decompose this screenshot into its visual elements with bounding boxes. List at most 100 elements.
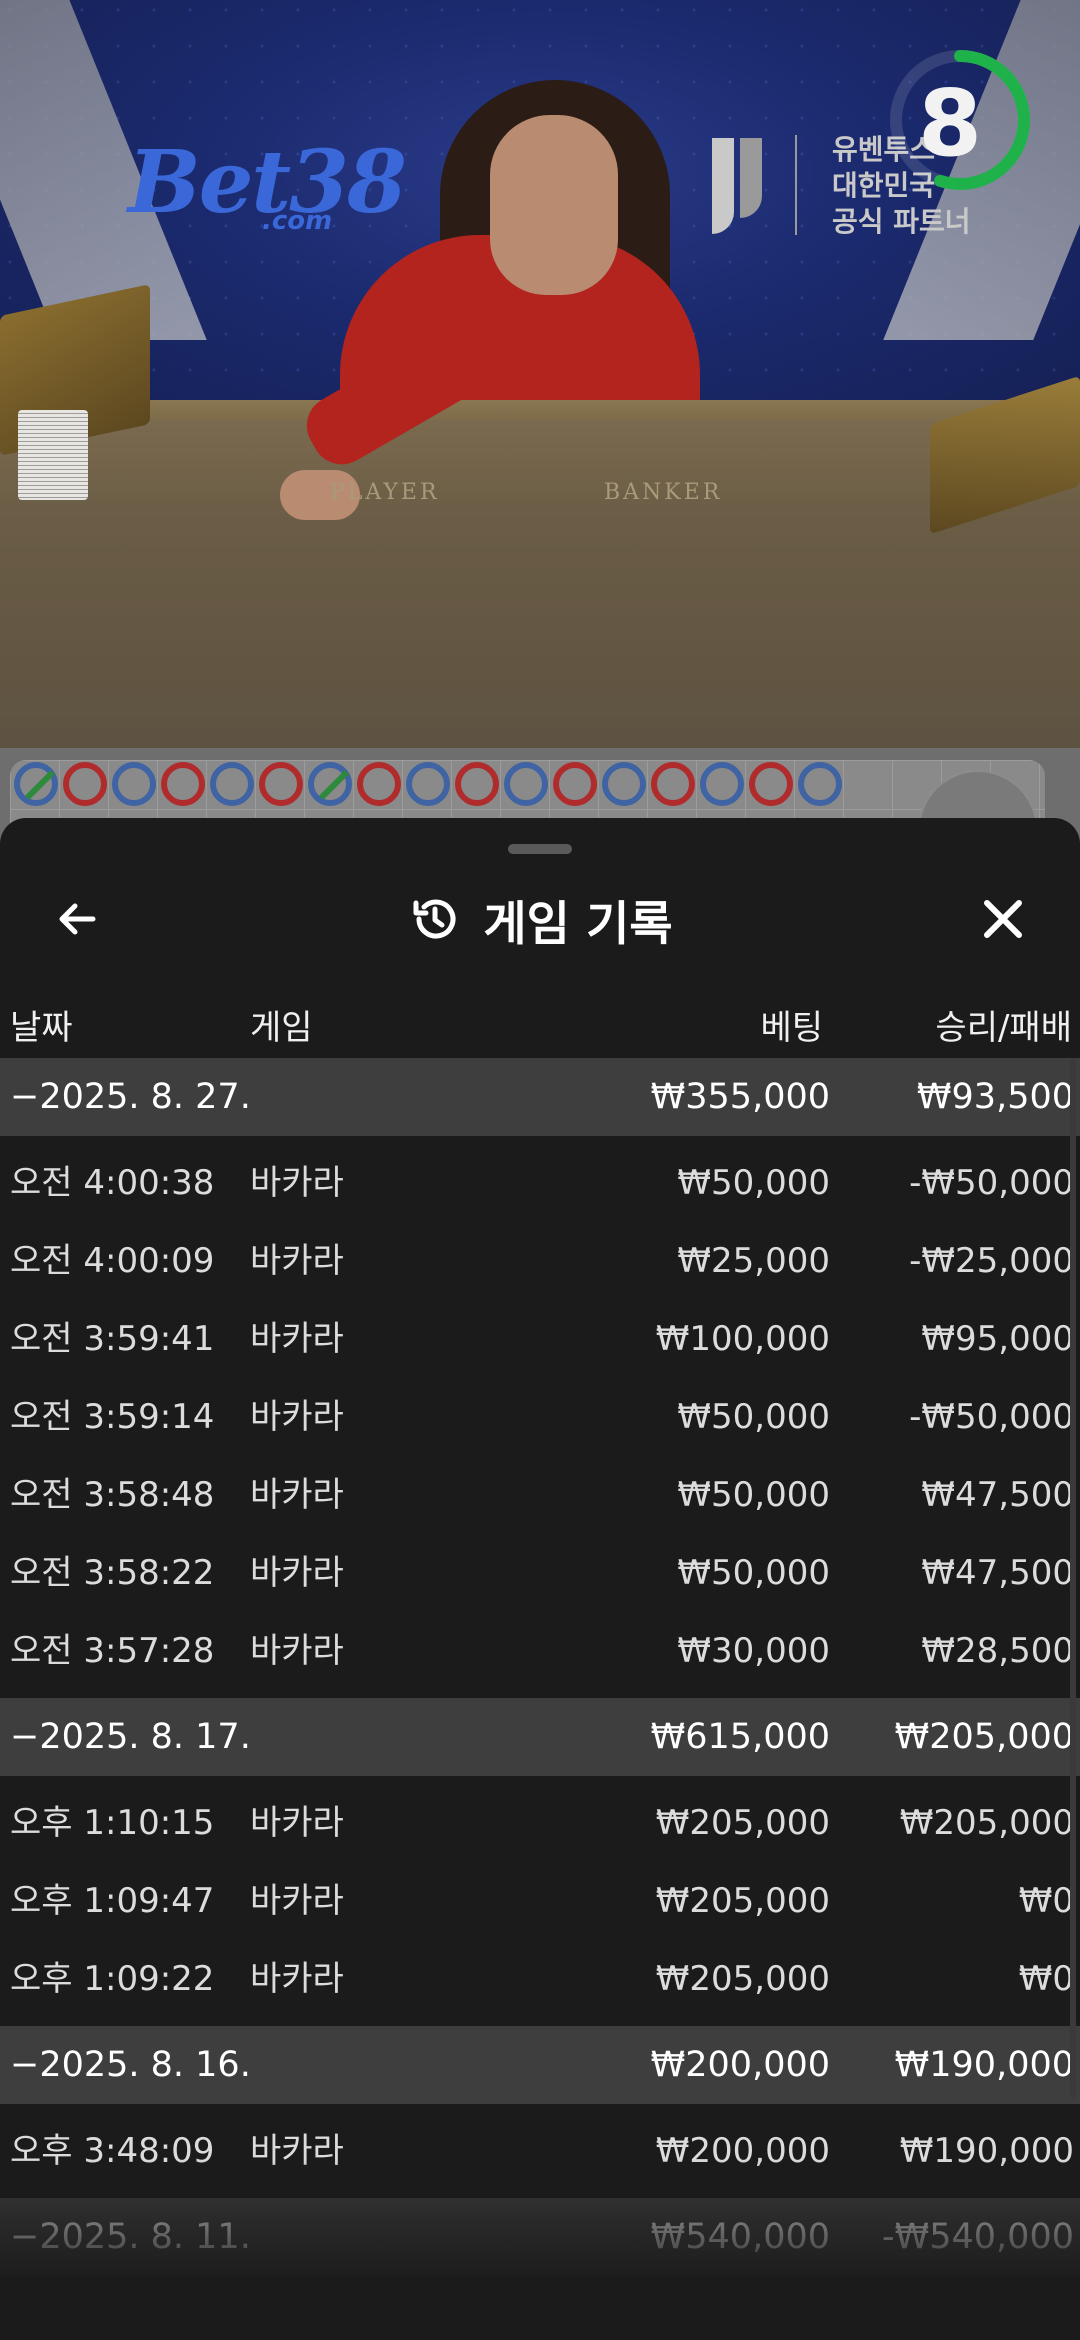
game-history-row[interactable]: 오전 3:58:48 바카라 ₩50,000 ₩47,500 — [0, 1456, 1080, 1534]
row-game: 바카라 — [250, 1241, 344, 1281]
row-win-loss: ₩47,500 — [921, 1553, 1074, 1593]
group-total-win: ₩190,000 — [894, 2045, 1074, 2085]
bead-banker — [798, 762, 842, 806]
row-win-loss: ₩28,500 — [921, 1631, 1074, 1671]
date-group-row[interactable]: −2025. 8. 16. ₩200,000 ₩190,000 — [0, 2026, 1080, 2104]
row-bet: ₩205,000 — [655, 1881, 830, 1921]
brand-logo-sub: .com — [262, 206, 333, 236]
baccarat-table — [0, 420, 1080, 760]
date-group-row[interactable]: −2025. 8. 17. ₩615,000 ₩205,000 — [0, 1698, 1080, 1776]
game-history-row[interactable]: 오전 4:00:09 바카라 ₩25,000 -₩25,000 — [0, 1222, 1080, 1300]
row-win-loss: ₩0 — [1018, 1959, 1074, 1999]
row-game: 바카라 — [250, 1959, 344, 1999]
row-game: 바카라 — [250, 1803, 344, 1843]
group-date: −2025. 8. 27. — [10, 1077, 251, 1117]
group-total-bet: ₩615,000 — [650, 1717, 830, 1757]
row-time: 오전 3:59:41 — [10, 1319, 215, 1359]
countdown-number: 8 — [917, 70, 982, 177]
bead-player — [63, 762, 107, 806]
row-time: 오후 1:10:15 — [10, 1803, 215, 1843]
row-bet: ₩205,000 — [655, 1959, 830, 1999]
date-group-row[interactable]: −2025. 8. 27. ₩355,000 ₩93,500 — [0, 1058, 1080, 1136]
game-history-row[interactable]: 오전 3:59:41 바카라 ₩100,000 ₩95,000 — [0, 1300, 1080, 1378]
row-win-loss: ₩95,000 — [921, 1319, 1074, 1359]
row-game: 바카라 — [250, 1553, 344, 1593]
group-date: −2025. 8. 17. — [10, 1717, 251, 1757]
table-label-player: PLAYER — [330, 480, 440, 505]
row-win-loss: ₩47,500 — [921, 1475, 1074, 1515]
row-time: 오전 3:58:22 — [10, 1553, 215, 1593]
live-video: Bet38 .com 유벤투스 대한민국 공식 파트너 PLAYER BANKE… — [0, 0, 1080, 760]
row-win-loss: -₩50,000 — [909, 1397, 1074, 1437]
game-history-row[interactable]: 오후 1:09:22 바카라 ₩205,000 ₩0 — [0, 1940, 1080, 2018]
row-win-loss: ₩205,000 — [899, 1803, 1074, 1843]
bead-banker — [504, 762, 548, 806]
row-bet: ₩50,000 — [677, 1475, 830, 1515]
bead-banker — [112, 762, 156, 806]
bead-player — [161, 762, 205, 806]
game-history-row[interactable]: 오후 1:10:15 바카라 ₩205,000 ₩205,000 — [0, 1784, 1080, 1862]
group-total-bet: ₩540,000 — [650, 2217, 830, 2257]
game-history-row[interactable]: 오전 3:57:28 바카라 ₩30,000 ₩28,500 — [0, 1612, 1080, 1690]
row-time: 오전 3:57:28 — [10, 1631, 215, 1671]
game-history-row[interactable]: 오후 3:48:09 바카라 ₩200,000 ₩190,000 — [0, 2112, 1080, 2190]
bead-banker — [14, 762, 58, 806]
history-list[interactable]: −2025. 8. 27. ₩355,000 ₩93,500 오전 4:00:38 바카… — [0, 1058, 1080, 2276]
group-total-bet: ₩355,000 — [650, 1077, 830, 1117]
close-icon — [984, 900, 1022, 938]
game-history-row[interactable]: 오전 4:00:38 바카라 ₩50,000 -₩50,000 — [0, 1144, 1080, 1222]
column-header-bet[interactable]: 베팅 — [760, 998, 823, 1058]
group-total-win: ₩93,500 — [916, 1077, 1074, 1117]
bead-player — [651, 762, 695, 806]
card-stack — [18, 410, 88, 500]
game-history-row[interactable]: 오전 3:58:22 바카라 ₩50,000 ₩47,500 — [0, 1534, 1080, 1612]
row-game: 바카라 — [250, 1631, 344, 1671]
bead-player — [553, 762, 597, 806]
row-win-loss: ₩190,000 — [899, 2131, 1074, 2171]
date-group-row[interactable]: −2025. 8. 11. ₩540,000 -₩540,000 — [0, 2198, 1080, 2276]
row-time: 오전 3:58:48 — [10, 1475, 215, 1515]
row-bet: ₩100,000 — [655, 1319, 830, 1359]
column-header-game[interactable]: 게임 — [250, 998, 313, 1058]
row-game: 바카라 — [250, 1475, 344, 1515]
game-history-row[interactable]: 오후 1:09:47 바카라 ₩205,000 ₩0 — [0, 1862, 1080, 1940]
row-game: 바카라 — [250, 1397, 344, 1437]
bead-banker — [210, 762, 254, 806]
bead-player — [455, 762, 499, 806]
row-bet: ₩30,000 — [677, 1631, 830, 1671]
partner-logo-icon — [712, 138, 770, 234]
game-history-row[interactable]: 오전 3:59:14 바카라 ₩50,000 -₩50,000 — [0, 1378, 1080, 1456]
row-time: 오후 3:48:09 — [10, 2131, 215, 2171]
group-total-bet: ₩200,000 — [650, 2045, 830, 2085]
bead-player — [357, 762, 401, 806]
dealer-hand — [520, 210, 610, 290]
sheet-title: 게임 기록 — [483, 896, 673, 952]
close-button[interactable] — [968, 884, 1038, 954]
row-bet: ₩200,000 — [655, 2131, 830, 2171]
row-time: 오전 4:00:38 — [10, 1163, 215, 1203]
row-win-loss: ₩0 — [1018, 1881, 1074, 1921]
group-total-win: ₩205,000 — [894, 1717, 1074, 1757]
row-win-loss: -₩50,000 — [909, 1163, 1074, 1203]
group-date: −2025. 8. 11. — [10, 2217, 251, 2257]
column-header-date[interactable]: 날짜 — [10, 998, 73, 1058]
bead-banker — [700, 762, 744, 806]
row-time: 오후 1:09:47 — [10, 1881, 215, 1921]
partner-divider — [795, 135, 797, 235]
history-icon — [413, 899, 456, 939]
history-scrollbar[interactable] — [1070, 1058, 1076, 2098]
row-bet: ₩50,000 — [677, 1553, 830, 1593]
row-game: 바카라 — [250, 1319, 344, 1359]
column-header-win-loss[interactable]: 승리/패배 — [935, 998, 1072, 1058]
row-time: 오후 1:09:22 — [10, 1959, 215, 1999]
row-time: 오전 4:00:09 — [10, 1241, 215, 1281]
row-bet: ₩25,000 — [677, 1241, 830, 1281]
game-history-sheet: 게임 기록 날짜 게임 베팅 승리/패배 −2025. 8. 27. ₩355,0… — [0, 818, 1080, 2340]
bead-banker — [406, 762, 450, 806]
row-game: 바카라 — [250, 2131, 344, 2171]
row-time: 오전 3:59:14 — [10, 1397, 215, 1437]
row-bet: ₩50,000 — [677, 1163, 830, 1203]
row-game: 바카라 — [250, 1163, 344, 1203]
row-bet: ₩205,000 — [655, 1803, 830, 1843]
sheet-grabber[interactable] — [508, 844, 572, 854]
